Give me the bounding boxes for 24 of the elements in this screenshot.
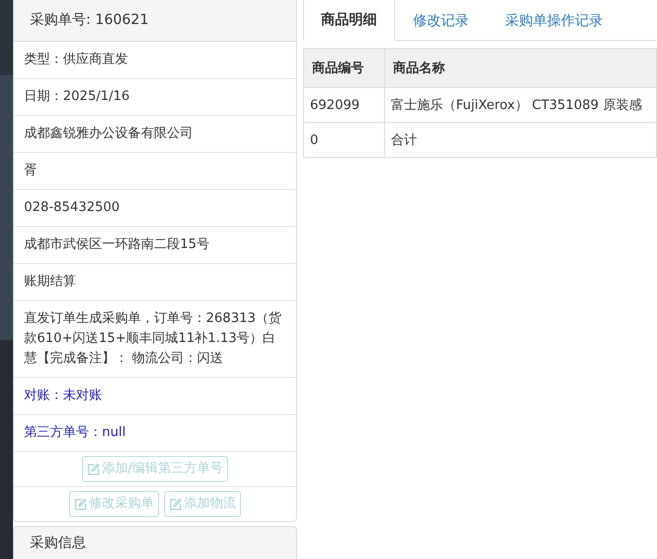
tab[interactable]: 采购单操作记录: [487, 0, 621, 41]
info-text: 成都鑫锐雅办公设备有限公司: [14, 116, 296, 153]
info-text: 账期结算: [14, 264, 296, 301]
table-cell: 富士施乐（FujiXerox） CT351089 原装感: [384, 88, 656, 122]
info-text: 成都市武侯区一环路南二段15号: [14, 227, 296, 264]
status-text: 第三方单号：null: [14, 415, 296, 452]
edit-icon: [169, 498, 182, 510]
info-text: 028-85432500: [14, 190, 296, 227]
panel-title: 采购单号: 160621: [14, 0, 296, 42]
table-cell: 合计: [384, 122, 656, 158]
table-cell: 692099: [304, 88, 384, 122]
info-text: 类型：供应商直发: [14, 42, 296, 79]
info-text: 直发订单生成采购单，订单号：268313（货款610+闪送15+顺丰同城11补1.13号）白慧【完成备注】： 物流公司：闪送: [14, 301, 296, 378]
status-text: 对账：未对账: [14, 378, 296, 415]
edit-icon: [86, 462, 100, 476]
info-text: 胥: [14, 153, 296, 190]
info-text: 日期：2025/1/16: [14, 79, 296, 116]
table-cell: 0: [304, 122, 384, 158]
tab[interactable]: 商品明细: [303, 0, 395, 41]
panel-title: 采购信息: [13, 526, 297, 559]
tab[interactable]: 修改记录: [395, 0, 487, 41]
column-header: 商品名称: [384, 48, 656, 88]
column-header: 商品编号: [304, 48, 384, 88]
edit-icon: [74, 498, 87, 510]
